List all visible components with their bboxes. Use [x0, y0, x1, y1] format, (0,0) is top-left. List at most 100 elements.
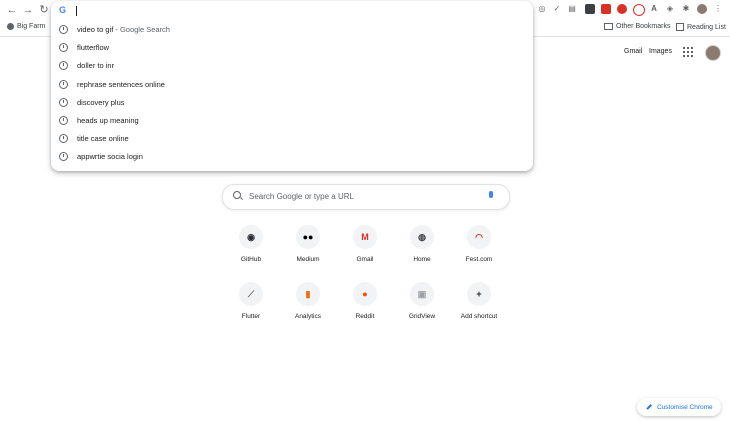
shortcut-tile[interactable]: ◉ GitHub [223, 225, 279, 273]
pencil-icon [646, 404, 652, 410]
apps-grid-icon[interactable] [683, 47, 693, 57]
history-clock-icon [59, 25, 68, 34]
images-link[interactable]: Images [649, 48, 672, 55]
suggestion-query: rephrase sentences online [77, 79, 165, 89]
shield-icon[interactable]: ◈ [665, 4, 675, 14]
history-clock-icon [59, 152, 68, 162]
search-box[interactable]: Search Google or type a URL [222, 184, 510, 210]
search-placeholder: Search Google or type a URL [249, 192, 354, 201]
account-avatar[interactable] [705, 45, 721, 61]
extension-red-icon[interactable] [601, 4, 611, 14]
suggestion-item[interactable]: discovery plus [51, 94, 533, 112]
shortcut-label: GridView [408, 313, 436, 320]
suggestion-query: video to gif [77, 25, 114, 34]
address-bar[interactable]: G [51, 1, 533, 21]
puzzle-icon[interactable]: ✱ [681, 4, 691, 14]
suggestion-text: flutterflow [77, 43, 109, 52]
suggestion-item[interactable]: appwrtie socia login [51, 148, 533, 166]
other-bookmarks[interactable]: Other Bookmarks [604, 23, 670, 30]
extension-dark-icon[interactable] [585, 4, 595, 14]
suggestion-item[interactable]: rephrase sentences online [51, 76, 533, 94]
bookmark-big-farm[interactable]: Big Farm [7, 23, 45, 30]
analytics-icon: ▮ [296, 282, 320, 306]
suggestion-item[interactable]: doller to inr [51, 57, 533, 75]
shortcut-tile[interactable]: ●● Medium [280, 225, 336, 273]
shortcut-label: Analytics [294, 313, 321, 320]
reading-list-label: Reading List [687, 23, 726, 31]
history-clock-icon [59, 43, 68, 53]
shortcut-tile[interactable]: ▮ Analytics [280, 282, 336, 330]
gmail-link[interactable]: Gmail [624, 48, 642, 55]
suggestion-text: discovery plus [77, 98, 125, 107]
shortcut-label: Fest.com [465, 256, 493, 263]
history-clock-icon [59, 116, 68, 125]
google-icon: G [59, 5, 67, 15]
plus-icon: + [467, 282, 491, 306]
customise-chrome-button[interactable]: Customise Chrome [637, 398, 721, 416]
suggestion-item[interactable]: flutterflow [51, 39, 533, 57]
shortcut-label: Add shortcut [460, 313, 498, 320]
shortcut-label: Gmail [356, 256, 374, 263]
font-icon[interactable]: A [649, 4, 659, 14]
gmail-icon: M [353, 225, 377, 249]
shortcut-tile[interactable]: ⟋ Flutter [223, 282, 279, 330]
extension-icon[interactable]: ◎ [537, 4, 547, 14]
flutter-icon: ⟋ [239, 282, 263, 306]
search-icon [233, 191, 241, 199]
medium-icon: ●● [296, 225, 320, 249]
suggestion-query: title case online [77, 134, 129, 144]
history-clock-icon [59, 134, 68, 144]
reload-icon[interactable]: ↻ [37, 3, 51, 17]
shortcut-label: Medium [296, 256, 320, 263]
back-icon[interactable]: ← [5, 3, 19, 17]
customise-chrome-label: Customise Chrome [657, 403, 713, 411]
suggestion-query: doller to inr [77, 61, 115, 71]
shortcut-tile[interactable]: ◠ Fest.com [451, 225, 507, 273]
reading-list-icon [676, 23, 684, 31]
history-clock-icon [59, 79, 68, 89]
menu-icon[interactable]: ⋮ [713, 4, 723, 14]
shortcut-tile[interactable]: ● Reddit [337, 282, 393, 330]
reddit-icon: ● [353, 282, 377, 306]
shortcut-tile[interactable]: ▣ GridView [394, 282, 450, 330]
history-clock-icon [59, 97, 68, 107]
shortcut-tile[interactable]: M Gmail [337, 225, 393, 273]
shortcut-tile[interactable]: + Add shortcut [451, 282, 507, 330]
gridview-icon: ▣ [410, 282, 434, 306]
check-icon[interactable]: ✓ [552, 4, 562, 14]
github-icon: ◉ [239, 225, 263, 249]
history-clock-icon [59, 61, 68, 71]
suggestion-text: rephrase sentences online [77, 80, 165, 89]
microphone-icon[interactable] [489, 191, 493, 198]
suggestion-item[interactable]: heads up meaning [51, 112, 533, 130]
bookmark-label: Big Farm [17, 23, 46, 30]
shortcut-label: GitHub [240, 256, 262, 263]
suggestion-query: flutterflow [77, 43, 110, 53]
globe-icon [7, 23, 14, 30]
forward-icon[interactable]: → [21, 3, 35, 17]
suggestion-text: title case online [77, 134, 129, 143]
suggestion-text: video to gif - Google Search [77, 25, 170, 34]
printer-icon[interactable]: ▤ [567, 4, 577, 14]
shortcut-label: Home [413, 256, 431, 263]
other-bookmarks-label: Other Bookmarks [616, 23, 671, 30]
shortcut-label: Flutter [241, 313, 261, 320]
shortcut-tile[interactable]: ◍ Home [394, 225, 450, 273]
folder-icon [604, 23, 613, 30]
suggestion-item[interactable]: video to gif - Google Search [51, 21, 533, 39]
reading-list[interactable]: Reading List [676, 23, 726, 31]
suggestion-query: appwrtie socia login [77, 152, 143, 162]
suggestion-text: heads up meaning [77, 116, 139, 125]
suggestion-item[interactable]: title case online [51, 130, 533, 148]
text-caret [76, 6, 77, 16]
suggestion-suffix: - Google Search [113, 25, 170, 34]
suggestion-text: doller to inr [77, 61, 114, 70]
extension-red-circle-icon[interactable] [617, 4, 627, 14]
suggestion-text: appwrtie socia login [77, 152, 143, 161]
globe-icon: ◍ [410, 225, 434, 249]
gauge-icon: ◠ [467, 225, 491, 249]
profile-icon[interactable] [697, 4, 707, 14]
extension-red-outline-icon[interactable] [633, 4, 645, 16]
suggestion-query: heads up meaning [77, 116, 139, 125]
omnibox-dropdown: G video to gif - Google Search flutterflo… [51, 1, 533, 171]
